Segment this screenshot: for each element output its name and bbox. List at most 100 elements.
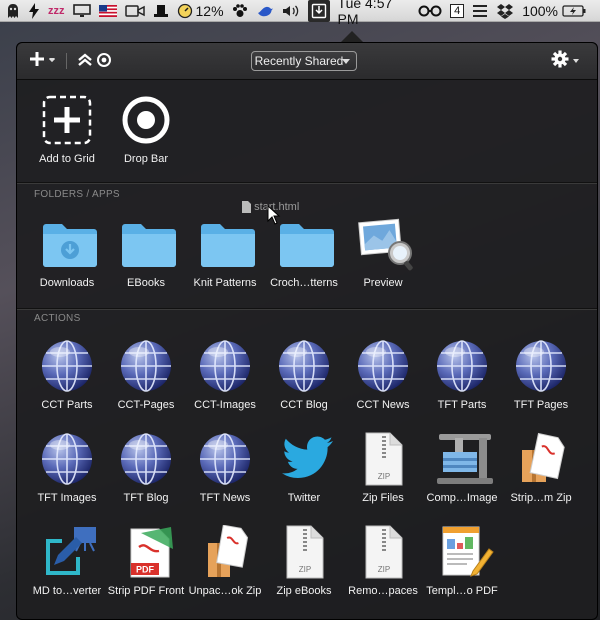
folder-item[interactable]: Downloads xyxy=(27,217,107,289)
paw-icon[interactable] xyxy=(232,0,248,22)
item-label: CCT News xyxy=(356,399,410,411)
action-item[interactable]: TFT Images xyxy=(27,432,107,504)
action-item[interactable]: ZIP Zip Files xyxy=(343,432,423,504)
item-label: Knit Patterns xyxy=(193,277,257,289)
globe-icon xyxy=(514,339,568,393)
folder-item[interactable]: Preview xyxy=(343,217,423,289)
action-item[interactable]: Twitter xyxy=(264,432,344,504)
item-label: TFT Pages xyxy=(513,399,569,411)
sleep-icon[interactable]: zzz xyxy=(48,0,65,22)
flag-icon[interactable] xyxy=(98,0,117,22)
item-label: Add to Grid xyxy=(39,153,95,165)
add-menu-icon[interactable] xyxy=(29,49,59,76)
dropzone-popover: Recently Shared Add to Grid Drop Bar FOL… xyxy=(16,42,598,620)
action-item[interactable]: CCT News xyxy=(343,339,423,411)
action-item[interactable]: Comp…Image xyxy=(422,432,502,504)
svg-text:PDF: PDF xyxy=(136,565,155,575)
item-label: TFT Blog xyxy=(123,492,169,504)
ghost-icon[interactable] xyxy=(6,0,20,22)
folder-item[interactable]: EBooks xyxy=(106,217,186,289)
battery-gauge-icon[interactable]: 12% xyxy=(177,0,224,22)
bird-icon[interactable] xyxy=(256,0,274,22)
action-item[interactable]: CCT-Pages xyxy=(106,339,186,411)
popover-arrow xyxy=(341,31,363,42)
folder-item[interactable]: Knit Patterns xyxy=(185,217,265,289)
hat-icon[interactable] xyxy=(153,0,169,22)
zip-icon: ZIP xyxy=(277,525,331,579)
item-label: Zip eBooks xyxy=(276,585,332,597)
dropzone-menubar-icon[interactable] xyxy=(307,0,330,22)
item-label: Zip Files xyxy=(362,492,404,504)
folder-icon xyxy=(198,217,255,271)
pdf-icon: PDF xyxy=(119,525,173,579)
target-icon xyxy=(119,93,173,147)
chevron-down-icon xyxy=(342,59,350,64)
item-label: CCT-Pages xyxy=(117,399,175,411)
dropbox-icon[interactable] xyxy=(496,0,514,22)
item-label: Comp…Image xyxy=(426,492,498,504)
globe-icon xyxy=(40,432,94,486)
battery-icon[interactable] xyxy=(562,0,586,22)
collapse-icon[interactable] xyxy=(77,49,93,76)
item-label: Remo…paces xyxy=(348,585,418,597)
action-item[interactable]: TFT Parts xyxy=(422,339,502,411)
action-item[interactable]: MD to…verter xyxy=(27,525,107,597)
gear-icon[interactable] xyxy=(551,49,583,76)
lightning-icon[interactable] xyxy=(28,0,40,22)
globe-icon xyxy=(198,339,252,393)
add-icon xyxy=(40,93,94,147)
item-label: Templ…o PDF xyxy=(426,585,498,597)
recently-shared-dropdown[interactable]: Recently Shared xyxy=(251,51,357,71)
template-pdf-icon xyxy=(435,525,494,579)
battery-main-percent[interactable]: 100% xyxy=(522,0,558,22)
action-item[interactable]: CCT-Images xyxy=(185,339,265,411)
globe-icon xyxy=(356,339,410,393)
notification-badge[interactable]: 4 xyxy=(450,0,465,22)
action-item[interactable]: Strip…m Zip xyxy=(501,432,581,504)
glasses-icon[interactable] xyxy=(418,0,442,22)
item-label: CCT Parts xyxy=(41,399,93,411)
globe-icon xyxy=(119,432,173,486)
action-item[interactable]: Templ…o PDF xyxy=(422,525,502,597)
notification-count: 4 xyxy=(450,3,465,18)
globe-icon xyxy=(277,339,331,393)
list-icon[interactable] xyxy=(472,0,488,22)
display-icon[interactable] xyxy=(72,0,91,22)
volume-icon[interactable] xyxy=(282,0,300,22)
action-item[interactable]: Unpac…ok Zip xyxy=(185,524,265,597)
action-item[interactable]: CCT Parts xyxy=(27,339,107,411)
drop-bar-button[interactable]: Drop Bar xyxy=(106,93,186,165)
action-item[interactable]: ZIP Zip eBooks xyxy=(264,525,344,597)
item-label: Twitter xyxy=(287,492,321,504)
twitter-icon xyxy=(277,432,333,486)
preview-app-icon xyxy=(356,217,413,271)
md-converter-icon xyxy=(40,525,96,579)
action-item[interactable]: CCT Blog xyxy=(264,339,344,411)
folder-item[interactable]: Croch…tterns xyxy=(264,217,344,289)
item-label: Strip PDF Front xyxy=(107,585,185,597)
action-item[interactable]: TFT Pages xyxy=(501,339,581,411)
item-label: Unpac…ok Zip xyxy=(188,585,262,597)
action-item[interactable]: TFT News xyxy=(185,432,265,504)
item-label: Downloads xyxy=(39,277,95,289)
svg-text:ZIP: ZIP xyxy=(378,565,390,574)
camera-icon[interactable] xyxy=(124,0,145,22)
action-item[interactable]: TFT Blog xyxy=(106,432,186,504)
item-label: CCT Blog xyxy=(280,399,328,411)
item-label: Croch…tterns xyxy=(270,277,338,289)
folder-icon xyxy=(277,217,334,271)
actions-section-title: ACTIONS xyxy=(34,313,81,324)
globe-icon xyxy=(435,339,489,393)
add-to-grid-button[interactable]: Add to Grid xyxy=(27,93,107,165)
popover-toolbar: Recently Shared xyxy=(17,43,597,80)
clock[interactable]: Tue 4:57 PM xyxy=(338,0,411,27)
action-item[interactable]: PDF Strip PDF Front xyxy=(106,525,186,597)
item-label: TFT Images xyxy=(37,492,97,504)
action-item[interactable]: ZIP Remo…paces xyxy=(343,525,423,597)
toolbar-separator xyxy=(66,53,67,69)
svg-text:ZIP: ZIP xyxy=(299,565,311,574)
unpack-zip-icon xyxy=(198,524,252,579)
drop-bar-small-icon[interactable] xyxy=(96,49,112,76)
item-label: Preview xyxy=(363,277,403,289)
svg-text:ZIP: ZIP xyxy=(378,472,390,481)
